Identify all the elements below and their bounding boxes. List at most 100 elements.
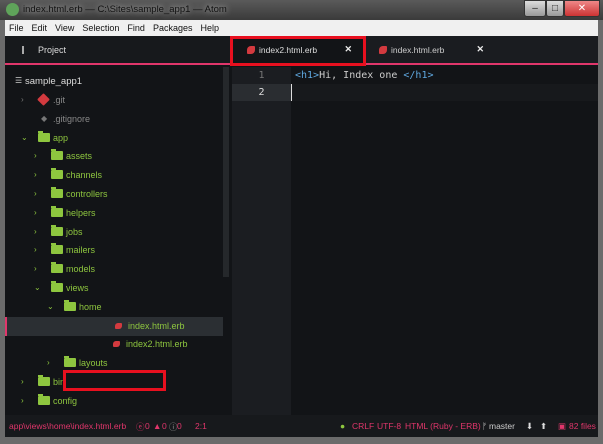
folder-icon xyxy=(64,299,76,311)
chevron-right-icon[interactable]: › xyxy=(21,95,24,104)
menu-view[interactable]: View xyxy=(51,23,78,33)
tree-view-icon xyxy=(22,46,31,54)
folder-icon xyxy=(51,224,63,236)
tree-item-git[interactable]: › .git xyxy=(5,91,223,110)
line-number: 2 xyxy=(232,84,291,101)
tree-item-label: .git xyxy=(53,95,66,105)
tree-item-app[interactable]: ⌄ app xyxy=(5,129,223,148)
menu-edit[interactable]: Edit xyxy=(28,23,52,33)
chevron-right-icon[interactable]: › xyxy=(34,170,37,179)
chevron-right-icon[interactable]: › xyxy=(34,189,37,198)
error-count[interactable]: 0 xyxy=(145,421,150,431)
highlight-box xyxy=(63,370,166,391)
chevron-down-icon[interactable]: ⌄ xyxy=(34,283,41,292)
title-bar: index.html.erb — C:\Sites\sample_app1 — … xyxy=(0,0,603,20)
status-dot-icon: ● xyxy=(340,421,346,431)
tree-item-index-html-erb[interactable]: index.html.erb xyxy=(5,316,223,336)
status-file-path[interactable]: app\views\home\index.html.erb xyxy=(9,421,126,431)
tree-item-label: jobs xyxy=(66,226,83,237)
tree-item-label: assets xyxy=(66,151,93,162)
tree-item-assets[interactable]: › assets xyxy=(5,147,223,166)
chevron-right-icon[interactable]: › xyxy=(21,377,24,386)
chevron-down-icon[interactable]: ⌄ xyxy=(21,133,28,142)
folder-icon xyxy=(51,187,63,198)
branch-icon: ᚠ xyxy=(482,421,488,431)
file-icon: ◆ xyxy=(41,113,48,123)
chevron-right-icon[interactable]: › xyxy=(34,208,37,217)
folder-icon xyxy=(51,281,63,292)
menu-find[interactable]: Find xyxy=(123,23,149,33)
tab-bar: Project index2.html.erb ✕ index.html.erb… xyxy=(5,36,598,66)
chevron-right-icon[interactable]: › xyxy=(34,227,37,236)
close-tab-icon[interactable]: ✕ xyxy=(476,44,484,55)
code-line: <h1>Hi, Index one </h1> xyxy=(295,67,434,84)
menu-selection[interactable]: Selection xyxy=(78,23,123,33)
folder-icon xyxy=(51,205,63,217)
push-up-icon[interactable]: ⬆ xyxy=(540,421,547,432)
chevron-right-icon[interactable]: › xyxy=(34,245,37,254)
git-icon xyxy=(37,93,50,106)
close-button[interactable]: ✕ xyxy=(564,0,600,17)
tree-item-helpers[interactable]: › helpers xyxy=(5,204,223,223)
ruby-file-icon xyxy=(379,46,387,54)
tab-index-html-erb[interactable]: index.html.erb ✕ xyxy=(365,36,495,63)
minimize-button[interactable]: – xyxy=(524,0,546,17)
tree-root[interactable]: ☰ sample_app1 xyxy=(5,72,223,91)
line-number-gutter: 1 2 xyxy=(232,67,291,415)
tab-label: index.html.erb xyxy=(391,45,445,55)
tree-item-label: models xyxy=(66,264,96,275)
project-tab-label: Project xyxy=(38,45,67,55)
tree-item-channels[interactable]: › channels xyxy=(5,166,223,185)
code-text: Hi, Index one xyxy=(319,70,404,81)
tree-item-mailers[interactable]: › mailers xyxy=(5,241,223,260)
tree-item-label: mailers xyxy=(66,245,96,256)
folder-icon xyxy=(51,149,63,161)
tree-item-label: app xyxy=(53,132,69,143)
warning-count[interactable]: 0 xyxy=(162,421,167,431)
repo-icon: ☰ xyxy=(15,76,23,85)
tree-item-models[interactable]: › models xyxy=(5,260,223,279)
tree-scrollbar[interactable] xyxy=(223,67,229,277)
tree-item-label: .gitignore xyxy=(53,113,91,124)
project-tab[interactable]: Project xyxy=(5,36,230,63)
tree-item-config[interactable]: › config xyxy=(5,392,223,411)
tree-item-label: index.html.erb xyxy=(128,320,185,331)
cursor-position[interactable]: 2:1 xyxy=(195,421,207,431)
chevron-right-icon[interactable]: › xyxy=(47,358,50,367)
tree-item-home[interactable]: ⌄ home xyxy=(5,298,223,317)
fetch-down-icon[interactable]: ⬇ xyxy=(526,421,533,432)
tree-item-index2-html-erb[interactable]: index2.html.erb xyxy=(5,335,223,354)
menu-file[interactable]: File xyxy=(5,23,28,33)
tree-item-label: home xyxy=(79,301,102,312)
code-editor[interactable]: 1 2 <h1>Hi, Index one </h1> xyxy=(232,67,598,415)
atom-app-icon xyxy=(6,3,19,16)
folder-icon xyxy=(51,168,63,180)
git-branch[interactable]: master xyxy=(489,421,515,431)
tree-item-gitignore[interactable]: ◆ .gitignore xyxy=(5,110,223,129)
chevron-right-icon[interactable]: › xyxy=(21,396,24,405)
grammar[interactable]: HTML (Ruby - ERB) xyxy=(405,421,481,431)
chevron-right-icon[interactable]: › xyxy=(34,264,37,273)
chevron-down-icon[interactable]: ⌄ xyxy=(47,302,54,311)
tree-item-views[interactable]: ⌄ views xyxy=(5,279,223,298)
info-count[interactable]: 0 xyxy=(177,421,182,431)
file-count[interactable]: 82 files xyxy=(569,421,596,431)
tree-item-label: config xyxy=(53,395,78,406)
folder-icon xyxy=(64,356,76,368)
folder-icon xyxy=(51,243,63,255)
line-ending[interactable]: CRLF xyxy=(352,421,374,431)
menu-packages[interactable]: Packages xyxy=(149,23,197,33)
files-icon: ▣ xyxy=(558,421,567,431)
line-number: 1 xyxy=(258,70,265,81)
tree-item-jobs[interactable]: › jobs xyxy=(5,223,223,242)
chevron-right-icon[interactable]: › xyxy=(34,151,37,160)
menu-bar: File Edit View Selection Find Packages H… xyxy=(5,20,598,36)
highlight-box xyxy=(230,36,366,66)
maximize-button[interactable]: □ xyxy=(546,0,564,17)
menu-help[interactable]: Help xyxy=(196,23,223,33)
ruby-file-icon xyxy=(115,322,122,329)
encoding[interactable]: UTF-8 xyxy=(377,421,401,431)
tree-item-controllers[interactable]: › controllers xyxy=(5,185,223,204)
cursor-line xyxy=(291,84,598,101)
code-tag: <h1> xyxy=(295,70,320,81)
